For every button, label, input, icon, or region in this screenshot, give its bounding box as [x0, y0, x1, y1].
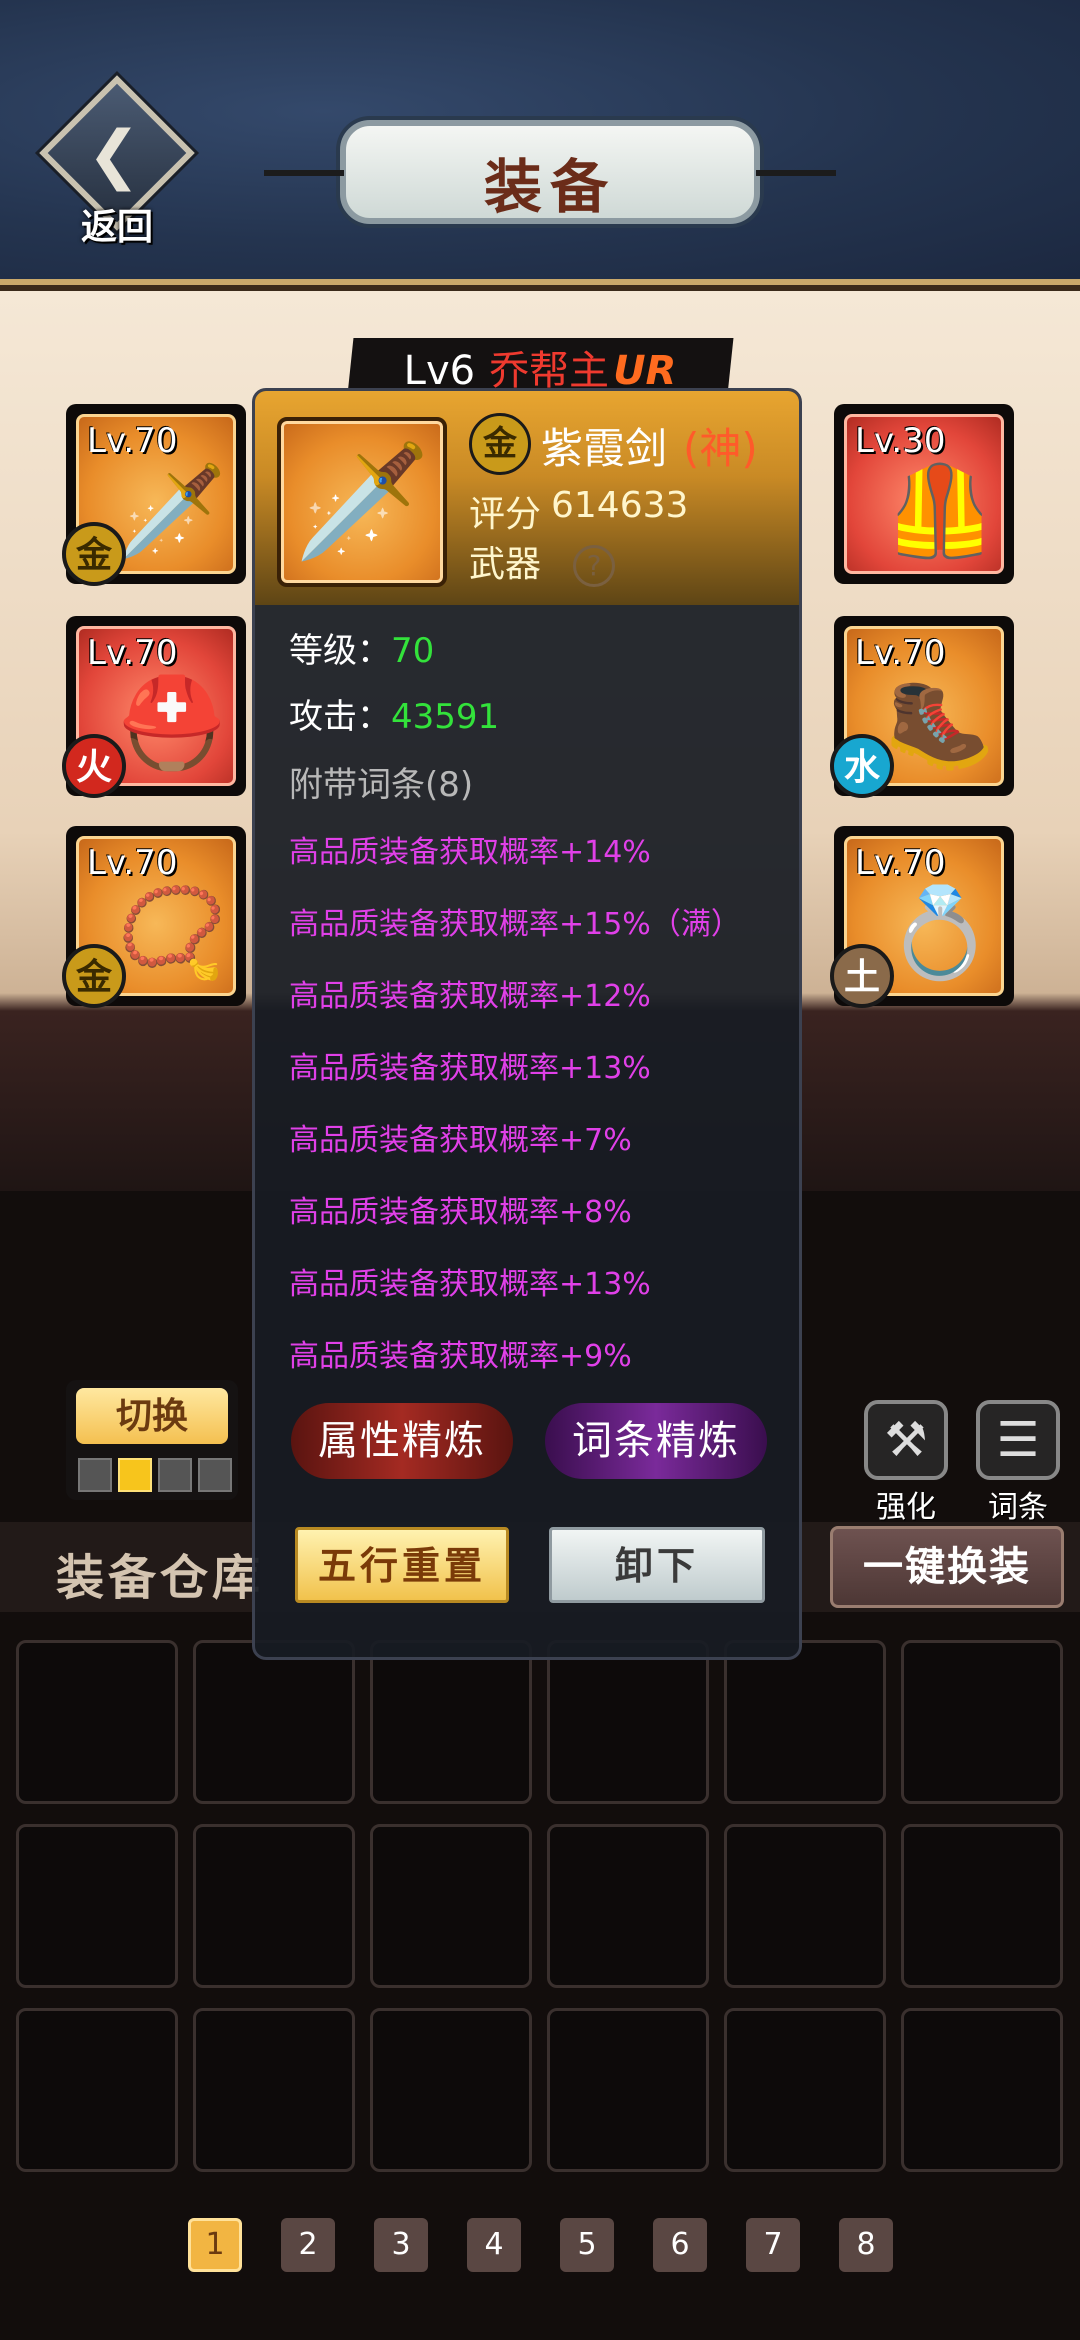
boots-icon: 🥾	[885, 671, 995, 774]
slot-level: Lv.70	[87, 843, 178, 883]
affix-label: 词条	[988, 1490, 1048, 1525]
refine-affix-button[interactable]: 词条精炼	[545, 1403, 767, 1479]
inventory-cell[interactable]	[724, 2008, 886, 2172]
page-button-6[interactable]: 6	[653, 2218, 707, 2272]
slot-level: Lv.70	[87, 633, 178, 673]
title-plate: 装备	[264, 120, 836, 224]
inventory-cell[interactable]	[16, 1640, 178, 1804]
page-button-8[interactable]: 8	[839, 2218, 893, 2272]
hammer-icon: ⚒	[864, 1400, 948, 1480]
attack-stat: 攻击：43591	[289, 689, 499, 738]
page-button-5[interactable]: 5	[560, 2218, 614, 2272]
sword-icon: 🗡️	[117, 459, 227, 562]
affix-header: 附带词条(8)	[289, 765, 474, 805]
affix-button[interactable]: ☰ 词条	[970, 1400, 1066, 1526]
slot-level: Lv.30	[855, 421, 946, 461]
level-value: 70	[391, 631, 435, 671]
header-bar: ❮ 返回 装备	[0, 0, 1080, 293]
title-rod-left	[264, 170, 344, 176]
affix-line: 高品质装备获取概率+9%	[289, 1339, 632, 1374]
inventory-cell[interactable]	[16, 1824, 178, 1988]
list-icon: ☰	[976, 1400, 1060, 1480]
attack-label: 攻击：	[289, 697, 391, 737]
inventory-cell[interactable]	[901, 2008, 1063, 2172]
slot-level: Lv.70	[855, 633, 946, 673]
switch-button[interactable]: 切换	[76, 1388, 228, 1444]
page-button-7[interactable]: 7	[746, 2218, 800, 2272]
switch-page-dot[interactable]	[198, 1458, 232, 1492]
inventory-cell[interactable]	[370, 1824, 532, 1988]
page-button-2[interactable]: 2	[281, 2218, 335, 2272]
warehouse-label: 装备仓库	[56, 1550, 265, 1606]
equip-slot-armor[interactable]: Lv.30 🦺	[834, 404, 1014, 584]
inventory-cell[interactable]	[370, 1640, 532, 1804]
refine-attribute-button[interactable]: 属性精炼	[291, 1403, 513, 1479]
inventory-cell[interactable]	[724, 1640, 886, 1804]
title-rod-right	[756, 170, 836, 176]
help-icon[interactable]: ?	[573, 545, 615, 587]
sword-icon: 🗡️	[277, 417, 447, 587]
element-gold-icon: 金	[62, 944, 126, 1008]
item-name: 紫霞剑	[541, 424, 668, 473]
affix-line: 高品质装备获取概率+15%（满）	[289, 907, 741, 942]
item-header: 🗡️ 金 紫霞剑 (神) 评分 614633 武器 ?	[255, 391, 799, 605]
element-water-icon: 水	[830, 734, 894, 798]
pagination: 12345678	[0, 2218, 1080, 2276]
inventory-cell[interactable]	[370, 2008, 532, 2172]
level-label: 等级：	[289, 631, 391, 671]
affix-line: 高品质装备获取概率+14%	[289, 835, 651, 870]
inventory-cell[interactable]	[16, 2008, 178, 2172]
element-gold-icon: 金	[62, 522, 126, 586]
item-score: 614633	[551, 485, 689, 526]
element-earth-icon: 土	[830, 944, 894, 1008]
inventory-cell[interactable]	[193, 2008, 355, 2172]
switch-page-dot[interactable]	[158, 1458, 192, 1492]
page-button-1[interactable]: 1	[188, 2218, 242, 2272]
affix-line: 高品质装备获取概率+13%	[289, 1267, 651, 1302]
page-title: 装备	[483, 153, 616, 221]
item-type: 武器	[469, 544, 542, 585]
inventory-cell[interactable]	[901, 1640, 1063, 1804]
switch-page-dot[interactable]	[78, 1458, 112, 1492]
back-arrow-icon: ❮	[87, 118, 141, 192]
item-detail-popup: 🗡️ 金 紫霞剑 (神) 评分 614633 武器 ? 等级：70 攻击：435…	[252, 388, 802, 1660]
equip-all-button[interactable]: 一键换装	[830, 1526, 1064, 1608]
attack-value: 43591	[391, 697, 500, 737]
page-button-3[interactable]: 3	[374, 2218, 428, 2272]
inventory-cell[interactable]	[724, 1824, 886, 1988]
item-score-label: 评分	[469, 494, 542, 535]
level-stat: 等级：70	[289, 623, 434, 672]
strengthen-label: 强化	[876, 1490, 936, 1525]
element-fire-icon: 火	[62, 734, 126, 798]
helmet-icon: ⛑️	[117, 671, 227, 774]
inventory-cell[interactable]	[547, 1640, 709, 1804]
necklace-icon: 📿	[117, 881, 227, 984]
affix-line: 高品质装备获取概率+7%	[289, 1123, 632, 1158]
switch-panel: 切换	[66, 1380, 238, 1500]
back-label: 返回	[80, 206, 153, 248]
item-grade: (神)	[683, 424, 758, 473]
slot-level: Lv.70	[87, 421, 178, 461]
affix-line: 高品质装备获取概率+12%	[289, 979, 651, 1014]
page-button-4[interactable]: 4	[467, 2218, 521, 2272]
five-element-reset-button[interactable]: 五行重置	[295, 1527, 509, 1603]
affix-line: 高品质装备获取概率+8%	[289, 1195, 632, 1230]
element-gold-icon: 金	[469, 413, 531, 475]
strengthen-button[interactable]: ⚒ 强化	[858, 1400, 954, 1526]
switch-page-dot-active[interactable]	[118, 1458, 152, 1492]
inventory-cell[interactable]	[193, 1824, 355, 1988]
inventory-cell[interactable]	[901, 1824, 1063, 1988]
inventory-cell[interactable]	[193, 1640, 355, 1804]
inventory-cell[interactable]	[547, 1824, 709, 1988]
unequip-button[interactable]: 卸下	[549, 1527, 765, 1603]
armor-icon: 🦺	[885, 459, 995, 562]
affix-line: 高品质装备获取概率+13%	[289, 1051, 651, 1086]
back-button[interactable]: ❮ 返回	[39, 75, 195, 248]
ring-icon: 💍	[885, 881, 995, 984]
slot-level: Lv.70	[855, 843, 946, 883]
inventory-cell[interactable]	[547, 2008, 709, 2172]
